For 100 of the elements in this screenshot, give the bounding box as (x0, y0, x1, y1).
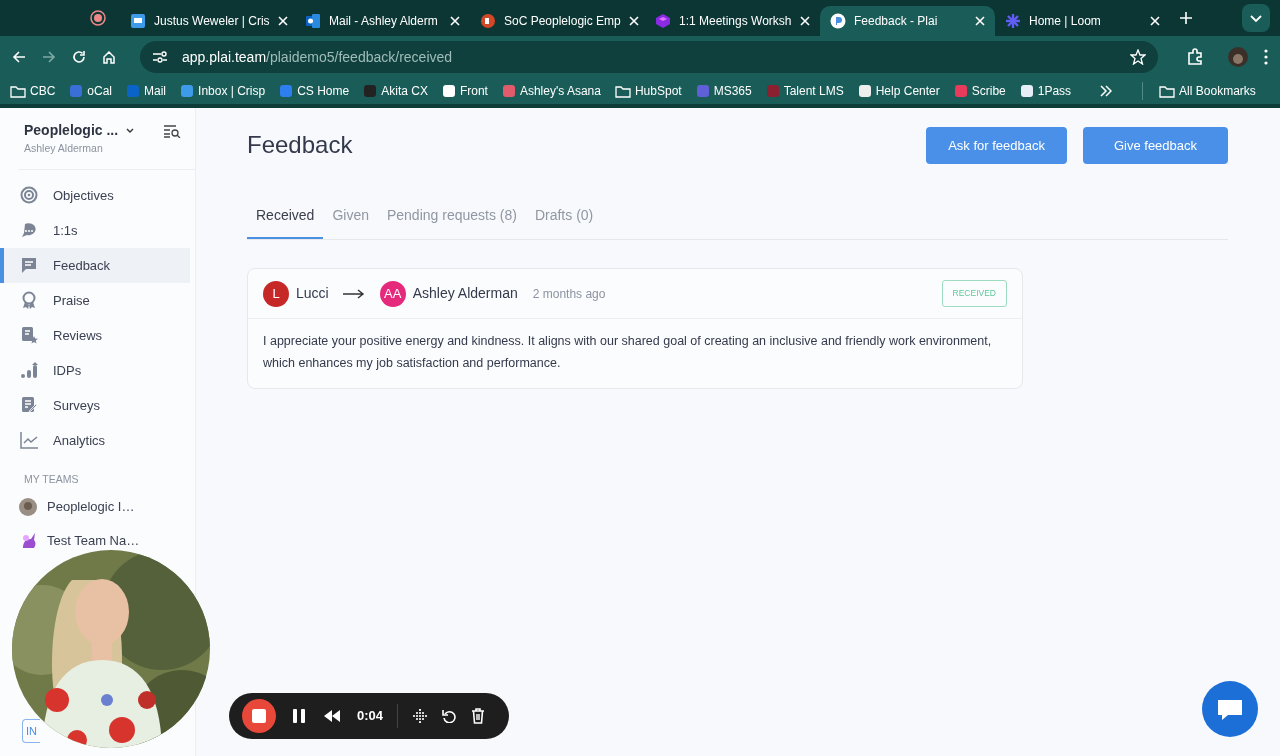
site-icon (69, 84, 84, 98)
home-icon[interactable] (102, 50, 116, 64)
site-icon (279, 84, 294, 98)
site-icon (180, 84, 195, 98)
star-burst-icon (1005, 13, 1021, 29)
tab-title: Feedback - Plai (854, 13, 939, 30)
site-icon (695, 84, 710, 98)
close-icon[interactable] (277, 16, 288, 26)
chevrons-icon[interactable] (1100, 85, 1113, 97)
trash-icon[interactable] (471, 708, 486, 724)
feedback-message: I appreciate your positive energy and kindness. It aligns with our shared goal of creating an inclusive and friendly work environment, which enhances my job satisfaction and performance. (262, 333, 993, 372)
bookmark[interactable]: Inbox | Crisp (180, 82, 266, 100)
bookmark[interactable]: oCal (69, 82, 113, 100)
bookmark[interactable]: Talent LMS (765, 82, 844, 100)
forward-icon (42, 50, 56, 64)
bookmark[interactable]: 1Pass (1019, 82, 1072, 100)
close-icon[interactable] (450, 16, 460, 26)
close-icon[interactable] (800, 16, 810, 26)
browser-tab[interactable]: Home | Loom (995, 6, 1170, 36)
award-icon (20, 291, 38, 310)
bars-icon (20, 361, 38, 380)
browser-tab[interactable]: Justus Weweler | Cris (120, 6, 295, 36)
dot-grid-icon[interactable] (412, 709, 429, 723)
plus-icon[interactable] (1180, 12, 1192, 24)
avatar: AA (379, 280, 406, 307)
bookmark[interactable]: Front (441, 82, 488, 100)
team-avatar-icon (19, 497, 37, 516)
logo-icon (830, 13, 846, 29)
cube-icon (655, 13, 671, 29)
pause-icon[interactable] (292, 708, 306, 724)
bookmark[interactable]: Mail (126, 82, 167, 100)
bookmark[interactable]: CS Home (279, 82, 350, 100)
nav-item[interactable]: 1:1s (0, 212, 190, 248)
browser-tab[interactable]: SoC Peoplelogic Emp (470, 6, 645, 36)
nav-item[interactable]: IDPs (0, 352, 190, 388)
org-switcher[interactable]: Peoplelogic ... (24, 120, 163, 141)
bookmark[interactable]: HubSpot (614, 82, 682, 100)
site-icon (765, 84, 780, 98)
bookmark[interactable]: MS365 (695, 82, 752, 100)
site-icon (857, 84, 872, 98)
site-icon (126, 84, 141, 98)
avatar-icon[interactable] (1228, 47, 1248, 67)
nav-item[interactable]: Analytics (0, 422, 190, 458)
close-icon[interactable] (1150, 16, 1160, 26)
browser-tab[interactable]: 1:1 Meetings Worksh (645, 6, 820, 36)
site-icon (441, 84, 456, 98)
browser-tab[interactable]: Feedback - Plai (820, 6, 995, 36)
bookmark[interactable]: CBC (10, 82, 56, 100)
folder-icon (614, 84, 631, 98)
chat-icon (130, 13, 146, 29)
site-icon (953, 84, 968, 98)
nav-item[interactable]: Objectives (0, 177, 190, 213)
mail-icon (305, 13, 321, 29)
star-icon[interactable] (1130, 49, 1146, 65)
close-icon[interactable] (628, 16, 639, 26)
nav-item[interactable]: Praise (0, 282, 190, 318)
url-text: app.plai.team/plaidemo5/feedback/received (182, 47, 454, 67)
puzzle-icon[interactable] (1186, 48, 1204, 66)
tab[interactable]: Received (247, 197, 324, 239)
person-name[interactable]: Ashley Alderman (412, 283, 518, 304)
dropdown-icon[interactable] (1242, 4, 1270, 32)
back-icon[interactable] (12, 50, 26, 64)
chat-icon (20, 221, 38, 240)
bookmark[interactable]: Akita CX (363, 82, 428, 100)
bookmark[interactable]: Scribe (953, 82, 1006, 100)
tab-title: Mail - Ashley Alderm (329, 13, 439, 30)
nav-item[interactable]: Surveys (0, 387, 190, 423)
nav-item[interactable]: Reviews (0, 317, 190, 353)
bookmark[interactable]: All Bookmarks (1142, 82, 1256, 100)
slides-icon (480, 13, 496, 29)
bookmark[interactable]: Ashley's Asana (501, 82, 601, 100)
avatar: L (263, 280, 289, 307)
folder-icon (1159, 84, 1176, 98)
nav-item[interactable]: Feedback (0, 247, 190, 283)
document-edit-icon (20, 396, 38, 415)
address-bar[interactable]: app.plai.team/plaidemo5/feedback/received (140, 41, 1158, 73)
record-icon[interactable] (90, 10, 106, 26)
timestamp: 2 months ago (532, 285, 606, 303)
caret-icon (126, 127, 135, 134)
browser-tab[interactable]: Mail - Ashley Alderm (295, 6, 470, 36)
person-name[interactable]: Lucci (296, 283, 329, 304)
tab-title: Justus Weweler | Cris (154, 13, 270, 30)
stop-button[interactable] (242, 699, 276, 733)
team-item[interactable]: Peoplelogic I… (0, 491, 195, 522)
bookmark[interactable]: Help Center (857, 82, 940, 100)
page-title: Feedback (247, 131, 354, 160)
more-icon[interactable] (1264, 49, 1268, 65)
site-icon (363, 84, 378, 98)
tab-title: 1:1 Meetings Worksh (679, 13, 792, 30)
rewind-icon[interactable] (323, 709, 341, 723)
site-icon (1019, 84, 1034, 98)
close-icon[interactable] (975, 16, 985, 26)
tab-title: SoC Peoplelogic Emp (504, 13, 621, 30)
team-item[interactable]: Test Team Na… (0, 525, 195, 556)
message-icon (20, 256, 38, 275)
user-name: Ashley Alderman (24, 141, 104, 156)
undo-icon[interactable] (442, 709, 457, 723)
chat-launcher-button[interactable] (1202, 681, 1258, 737)
search-list-icon[interactable] (163, 124, 181, 138)
reload-icon[interactable] (72, 50, 86, 64)
